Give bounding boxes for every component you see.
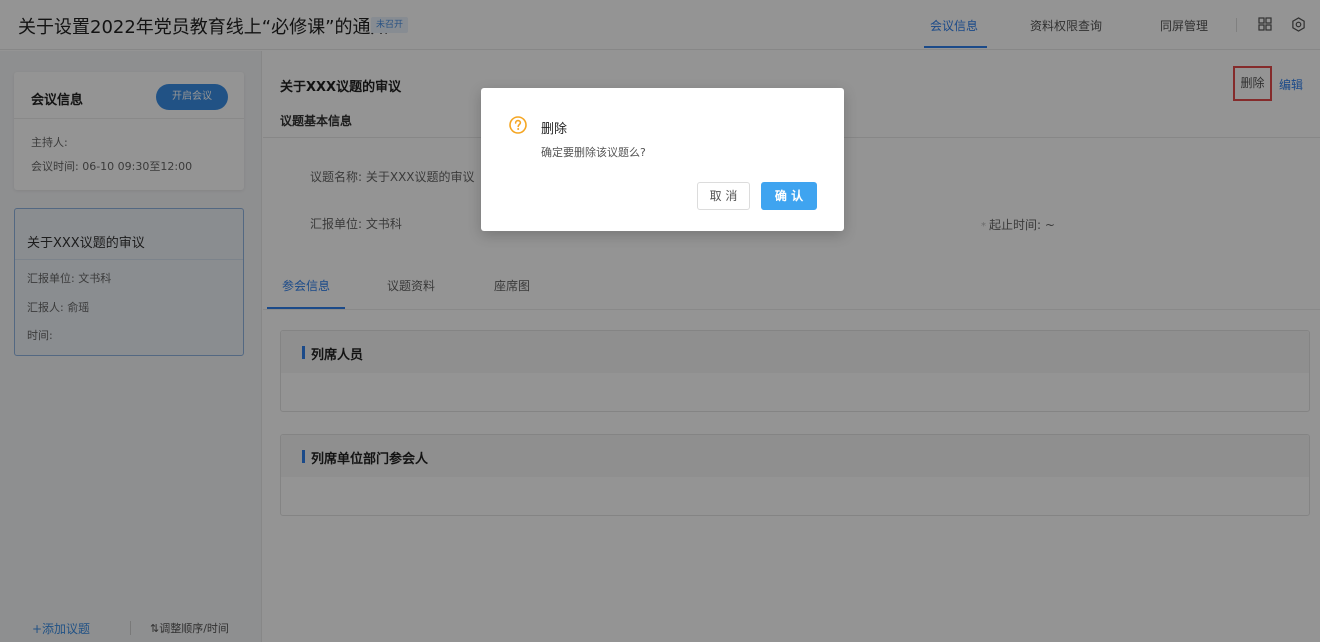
- confirm-button[interactable]: 确 认: [761, 182, 817, 210]
- dialog-title: 删除: [541, 122, 568, 137]
- delete-confirm-dialog: 删除 确定要删除该议题么? 取 消 确 认: [481, 88, 844, 231]
- question-circle-icon: [509, 116, 527, 134]
- dialog-message: 确定要删除该议题么?: [541, 146, 646, 159]
- cancel-button[interactable]: 取 消: [697, 182, 750, 210]
